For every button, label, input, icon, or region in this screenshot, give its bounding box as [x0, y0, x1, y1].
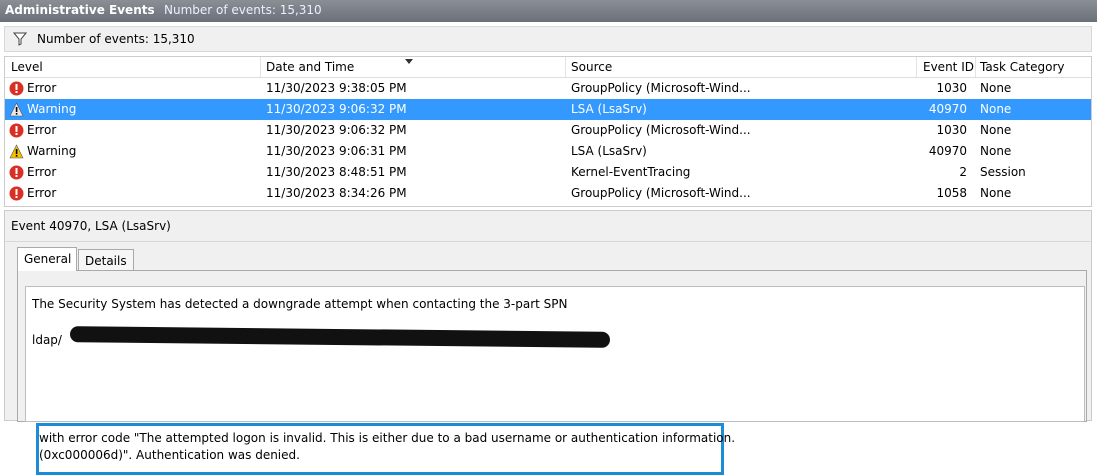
column-header-source[interactable]: Source	[571, 60, 612, 74]
tab-details-label: Details	[85, 254, 127, 268]
cell-source: GroupPolicy (Microsoft-Wind...	[571, 81, 751, 95]
cell-level: Warning	[27, 144, 77, 158]
tab-general-label: General	[24, 252, 72, 266]
cell-date-time: 11/30/2023 8:48:51 PM	[266, 165, 407, 179]
cell-task-category: None	[980, 102, 1012, 116]
filter-bar[interactable]: Number of events: 15,310	[4, 26, 1092, 52]
cell-event-id: 1058	[936, 186, 967, 200]
redaction-mark	[69, 326, 611, 348]
column-header-date-time[interactable]: Date and Time	[266, 60, 354, 74]
cell-source: GroupPolicy (Microsoft-Wind...	[571, 123, 751, 137]
cell-task-category: None	[980, 81, 1012, 95]
tab-general[interactable]: General	[17, 247, 77, 271]
cell-date-time: 11/30/2023 9:06:32 PM	[266, 123, 407, 137]
sort-descending-icon	[405, 59, 413, 64]
column-header-event-id[interactable]: Event ID	[923, 60, 974, 74]
cell-task-category: None	[980, 186, 1012, 200]
event-count-title: Number of events: 15,310	[164, 3, 322, 17]
warning-icon	[9, 144, 24, 159]
table-row[interactable]: Error 11/30/2023 8:48:51 PM Kernel-EventTr…	[5, 162, 1091, 183]
tab-details[interactable]: Details	[78, 249, 134, 271]
events-grid[interactable]: Level Date and Time Source Event ID Task…	[4, 56, 1092, 207]
cell-task-category: Session	[980, 165, 1026, 179]
column-header-level[interactable]: Level	[11, 60, 43, 74]
warning-icon	[9, 102, 24, 117]
cell-level: Error	[27, 81, 57, 95]
highlighted-error-line-1: with error code "The attempted logon is …	[39, 431, 736, 445]
cell-event-id: 40970	[928, 102, 967, 116]
message-line-2: ldap/	[32, 333, 62, 347]
cell-date-time: 11/30/2023 9:38:05 PM	[266, 81, 407, 95]
cell-level: Error	[27, 123, 57, 137]
table-row[interactable]: Error 11/30/2023 8:34:26 PM GroupPolicy (M…	[5, 183, 1091, 204]
cell-source: LSA (LsaSrv)	[571, 102, 647, 116]
cell-task-category: None	[980, 144, 1012, 158]
error-icon	[9, 165, 24, 180]
table-row[interactable]: Error 11/30/2023 9:38:05 PM GroupPolicy (M…	[5, 78, 1091, 99]
cell-event-id: 1030	[936, 123, 967, 137]
highlighted-error-line-2: (0xc000006d)". Authentication was denied…	[39, 448, 300, 462]
cell-level: Error	[27, 186, 57, 200]
cell-event-id: 40970	[928, 144, 967, 158]
cell-source: GroupPolicy (Microsoft-Wind...	[571, 186, 751, 200]
window-titlebar: Administrative Events Number of events: …	[0, 0, 1097, 22]
cell-event-id: 2	[959, 165, 967, 179]
cell-date-time: 11/30/2023 8:34:26 PM	[266, 186, 407, 200]
event-details-pane: Event 40970, LSA (LsaSrv) General Detail…	[4, 210, 1092, 475]
cell-source: Kernel-EventTracing	[571, 165, 691, 179]
table-row[interactable]: Warning 11/30/2023 9:06:32 PM LSA (LsaSrv)…	[5, 99, 1091, 120]
message-line-1: The Security System has detected a downg…	[32, 297, 568, 311]
event-message-box[interactable]: The Security System has detected a downg…	[25, 286, 1085, 475]
filter-icon	[13, 32, 27, 46]
cell-level: Error	[27, 165, 57, 179]
grid-header: Level Date and Time Source Event ID Task…	[5, 57, 1091, 78]
error-icon	[9, 123, 24, 138]
view-title: Administrative Events	[5, 3, 155, 17]
table-row[interactable]: Warning 11/30/2023 9:06:31 PM LSA (LsaSrv)…	[5, 141, 1091, 162]
table-row[interactable]: Error 11/30/2023 9:06:32 PM GroupPolicy (M…	[5, 120, 1091, 141]
cell-source: LSA (LsaSrv)	[571, 144, 647, 158]
error-icon	[9, 81, 24, 96]
filter-count-text: Number of events: 15,310	[37, 32, 195, 46]
error-icon	[9, 186, 24, 201]
cell-task-category: None	[980, 123, 1012, 137]
cell-date-time: 11/30/2023 9:06:32 PM	[266, 102, 407, 116]
event-details-title: Event 40970, LSA (LsaSrv)	[11, 219, 171, 233]
column-header-task-category[interactable]: Task Category	[980, 60, 1065, 74]
cell-event-id: 1030	[936, 81, 967, 95]
highlight-box: with error code "The attempted logon is …	[36, 423, 735, 475]
cell-level: Warning	[27, 102, 77, 116]
cell-date-time: 11/30/2023 9:06:31 PM	[266, 144, 407, 158]
